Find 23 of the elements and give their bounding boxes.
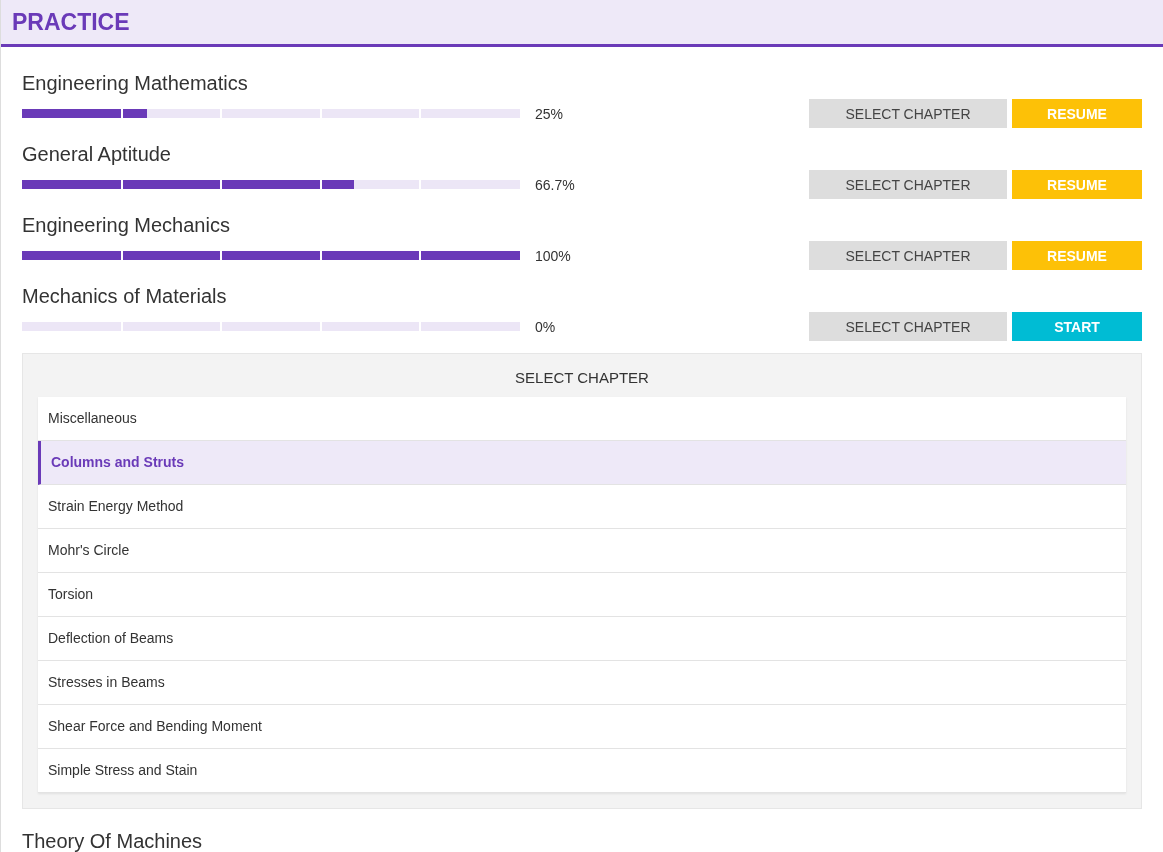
subject-title: General Aptitude bbox=[22, 142, 172, 167]
subject-title: Engineering Mathematics bbox=[22, 71, 249, 96]
chapter-item[interactable]: Stresses in Beams bbox=[38, 661, 1126, 705]
progress-percent: 25% bbox=[535, 105, 564, 122]
chapter-item[interactable]: Strain Energy Method bbox=[38, 485, 1126, 529]
select-chapter-button[interactable]: SELECT CHAPTER bbox=[809, 170, 1007, 199]
chapter-item[interactable]: Columns and Struts bbox=[38, 441, 1126, 485]
select-chapter-button[interactable]: SELECT CHAPTER bbox=[809, 312, 1007, 341]
subject-title: Mechanics of Materials bbox=[22, 284, 228, 309]
select-chapter-button[interactable]: SELECT CHAPTER bbox=[809, 99, 1007, 128]
select-chapter-button[interactable]: SELECT CHAPTER bbox=[809, 241, 1007, 270]
page-title: PRACTICE bbox=[12, 8, 130, 36]
progress-percent: 100% bbox=[535, 247, 571, 264]
subject-title: Theory Of Machines bbox=[22, 829, 204, 852]
progress-percent: 0% bbox=[535, 318, 556, 335]
subject-title: Engineering Mechanics bbox=[22, 213, 231, 238]
progress-percent: 66.7% bbox=[535, 176, 575, 193]
chapter-item[interactable]: Simple Stress and Stain bbox=[38, 749, 1126, 793]
chapter-item[interactable]: Deflection of Beams bbox=[38, 617, 1126, 661]
chapter-item[interactable]: Torsion bbox=[38, 573, 1126, 617]
chapter-item[interactable]: Shear Force and Bending Moment bbox=[38, 705, 1126, 749]
chapter-item[interactable]: Mohr's Circle bbox=[38, 529, 1126, 573]
panel-title: SELECT CHAPTER bbox=[514, 368, 650, 388]
